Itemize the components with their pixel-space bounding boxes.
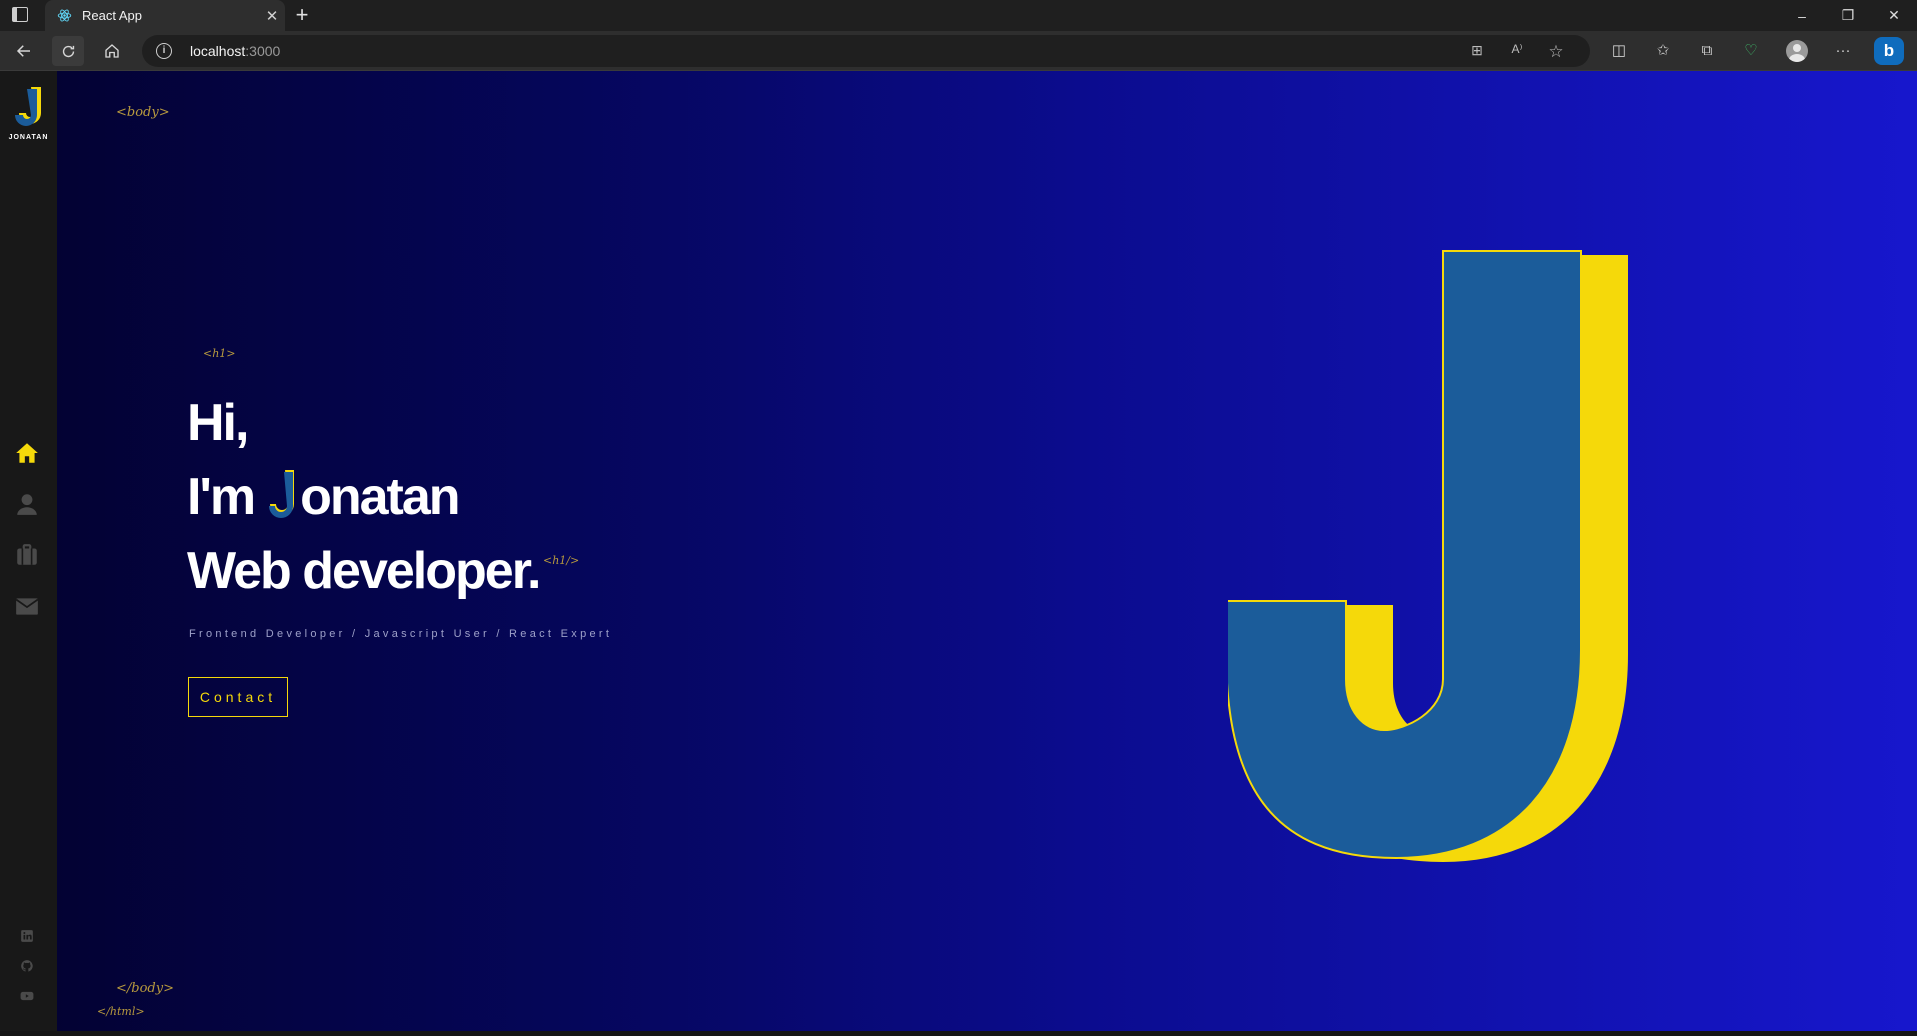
tab-title: React App (82, 8, 142, 23)
more-options-icon[interactable]: ··· (1832, 40, 1854, 62)
logo-text: JONATAN (8, 134, 49, 141)
app-available-icon[interactable]: ⊞ (1467, 42, 1487, 60)
envelope-icon[interactable] (14, 593, 40, 619)
collections-icon[interactable]: ⧉ (1696, 40, 1718, 62)
read-aloud-icon[interactable]: A⁾ (1507, 42, 1527, 60)
h1-open-tag: <h1> (203, 347, 236, 360)
new-tab-button[interactable]: + (290, 4, 314, 28)
tab-actions-icon[interactable] (12, 7, 28, 22)
close-window-button[interactable]: ✕ (1871, 0, 1917, 31)
url-text[interactable]: localhost:3000 (190, 43, 280, 59)
browser-toolbar: i localhost:3000 ⊞ A⁾ ☆ ◫ ✩ ⧉ ♡ ··· b (0, 31, 1917, 70)
home-icon[interactable] (14, 440, 40, 466)
user-icon[interactable] (14, 491, 40, 517)
favorites-icon[interactable]: ✩ (1652, 40, 1674, 62)
hero-role: Web developer. (187, 542, 542, 600)
react-icon (57, 9, 72, 22)
restore-button[interactable]: ❐ (1825, 0, 1871, 31)
big-j-logo-icon (1228, 250, 1628, 862)
browser-tab-strip: React App ✕ + – ❐ ✕ (0, 0, 1917, 31)
youtube-icon[interactable] (20, 989, 34, 1003)
linkedin-icon[interactable] (20, 929, 34, 943)
body-open-tag: <body> (116, 105, 170, 120)
hero-im-text: I'm (187, 468, 256, 526)
favorite-star-icon[interactable]: ☆ (1546, 42, 1566, 61)
bing-copilot-icon[interactable]: b (1874, 37, 1904, 65)
split-screen-icon[interactable]: ◫ (1608, 40, 1630, 62)
hero-subtitle: Frontend Developer / Javascript User / R… (189, 628, 613, 640)
logo-j-icon (15, 87, 41, 126)
browser-essentials-icon[interactable]: ♡ (1740, 40, 1762, 62)
minimize-button[interactable]: – (1779, 0, 1825, 31)
hero-name-text: onatan (300, 468, 460, 526)
contact-button[interactable]: Contact (188, 677, 288, 717)
hero-name-line: I'm onatan (187, 467, 461, 527)
browser-tab[interactable]: React App ✕ (45, 0, 285, 31)
arrow-left-icon (16, 45, 30, 57)
html-close-tag: </html> (97, 1005, 145, 1018)
sidebar: JONATAN (0, 71, 57, 1031)
bottom-edge (0, 1031, 1917, 1036)
address-bar[interactable]: i localhost:3000 ⊞ A⁾ ☆ (142, 35, 1590, 67)
page-viewport: JONATAN <body> <h1> Hi, I'm onatan Web d… (0, 71, 1917, 1031)
profile-avatar[interactable] (1786, 40, 1808, 62)
tab-close-icon[interactable]: ✕ (259, 7, 285, 25)
github-icon[interactable] (20, 959, 34, 973)
site-info-icon[interactable]: i (156, 43, 172, 59)
reload-icon (62, 45, 74, 57)
h1-close-tag: <h1/> (543, 554, 580, 567)
home-outline-icon (105, 44, 119, 58)
body-close-tag: </body> (116, 981, 174, 996)
hero-section: <body> <h1> Hi, I'm onatan Web developer… (57, 71, 1917, 1031)
briefcase-icon[interactable] (14, 542, 40, 568)
hero-greeting: Hi, (187, 394, 249, 452)
home-button[interactable] (96, 36, 128, 66)
reload-button[interactable] (52, 36, 84, 66)
back-button[interactable] (8, 36, 40, 66)
name-j-letter-icon (269, 470, 295, 518)
